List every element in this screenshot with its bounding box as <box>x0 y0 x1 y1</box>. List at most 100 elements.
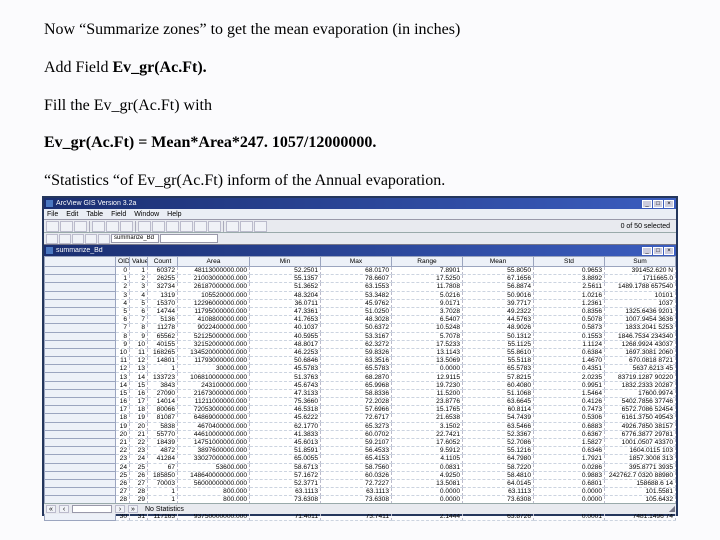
table-cell[interactable]: 60.4080 <box>463 381 534 389</box>
table-cell[interactable]: 17600.9974 <box>605 389 676 397</box>
table-cell[interactable]: 45.5783 <box>250 365 321 373</box>
column-header[interactable]: Count <box>148 257 178 267</box>
table-cell[interactable]: 49.2322 <box>463 307 534 315</box>
table-cell[interactable]: 12 <box>130 357 148 365</box>
table-cell[interactable]: 11 <box>116 357 130 365</box>
table-row[interactable]: 26277000356000000000.00052.377172.722713… <box>45 479 676 487</box>
table-cell[interactable]: 56000000000.000 <box>178 479 250 487</box>
table-cell[interactable]: 33027000000.000 <box>178 455 250 463</box>
column-header[interactable]: OID <box>116 257 130 267</box>
table-cell[interactable]: 13 <box>130 365 148 373</box>
table-cell[interactable]: 24 <box>130 455 148 463</box>
table-cell[interactable]: 40.1037 <box>250 324 321 332</box>
table-row[interactable]: 18198108764869000000.00045.622272.671721… <box>45 414 676 422</box>
table-cell[interactable]: 11 <box>130 348 148 356</box>
column-header[interactable]: Min <box>250 257 321 267</box>
table-cell[interactable]: 3.8892 <box>534 275 605 283</box>
table-cell[interactable]: 23 <box>116 455 130 463</box>
table-cell[interactable]: 57.8215 <box>463 373 534 381</box>
table-cell[interactable]: 6161.3750 49543 <box>605 414 676 422</box>
table-cell[interactable]: 1 <box>148 365 178 373</box>
column-header[interactable]: Max <box>321 257 392 267</box>
table-cell[interactable]: 54.7439 <box>463 414 534 422</box>
table-cell[interactable]: 1319 <box>148 291 178 299</box>
table-window-titlebar[interactable]: summarize_Bd _ □ × <box>44 245 676 256</box>
record-box[interactable] <box>72 505 112 513</box>
table-cell[interactable]: 15370 <box>148 299 178 307</box>
table-cell[interactable]: 4670400000.000 <box>178 422 250 430</box>
table-cell[interactable]: 1697.3081 2060 <box>605 348 676 356</box>
table-cell[interactable]: 52.3771 <box>250 479 321 487</box>
table-row[interactable]: 78112789022400000.00040.103750.637210.52… <box>45 324 676 332</box>
table-cell[interactable]: 68.2870 <box>321 373 392 381</box>
table-cell[interactable]: 63.3516 <box>321 357 392 365</box>
table-cell[interactable] <box>45 307 116 315</box>
table-cell[interactable]: 72053000000.000 <box>178 406 250 414</box>
table-cell[interactable]: 0.9653 <box>534 267 605 275</box>
table-cell[interactable]: 1832.2333 20287 <box>605 381 676 389</box>
table-row[interactable]: 192058384670400000.00062.177065.32733.15… <box>45 422 676 430</box>
table-cell[interactable]: 44610000000.000 <box>178 430 250 438</box>
tool-button[interactable] <box>59 234 71 244</box>
table-cell[interactable]: 670.0818 8721 <box>605 357 676 365</box>
table-cell[interactable] <box>45 414 116 422</box>
table-cell[interactable]: 50.6372 <box>321 324 392 332</box>
table-cell[interactable]: 26187000000.000 <box>178 283 250 291</box>
table-cell[interactable]: 63.5466 <box>463 422 534 430</box>
tool-button[interactable] <box>72 234 84 244</box>
table-cell[interactable]: 1 <box>130 267 148 275</box>
table-cell[interactable]: 2 <box>130 275 148 283</box>
table-row[interactable]: 122625521003000000.00055.135778.660717.5… <box>45 275 676 283</box>
table-cell[interactable]: 41.3833 <box>250 430 321 438</box>
table-cell[interactable]: 0.6367 <box>534 430 605 438</box>
table-cell[interactable]: 1.4670 <box>534 357 605 365</box>
menu-file[interactable]: File <box>47 211 58 218</box>
table-cell[interactable]: 0.8356 <box>534 307 605 315</box>
table-cell[interactable]: 13.5081 <box>392 479 463 487</box>
table-cell[interactable]: 65.5783 <box>321 365 392 373</box>
table-cell[interactable]: 70003 <box>148 479 178 487</box>
toolbar-button[interactable] <box>46 221 59 232</box>
table-row[interactable]: 1213130000.00045.578365.57830.000065.578… <box>45 365 676 373</box>
table-cell[interactable]: 45.9762 <box>321 299 392 307</box>
table-cell[interactable]: 21 <box>130 430 148 438</box>
table-cell[interactable]: 28 <box>130 488 148 496</box>
toolbar-button[interactable] <box>180 221 193 232</box>
table-cell[interactable]: 0.0000 <box>392 488 463 496</box>
table-cell[interactable]: 65.4153 <box>321 455 392 463</box>
tool-button[interactable] <box>98 234 110 244</box>
table-cell[interactable]: 36.0711 <box>250 299 321 307</box>
table-cell[interactable]: 1.7921 <box>534 455 605 463</box>
table-cell[interactable] <box>45 479 116 487</box>
table-cell[interactable]: 17.5233 <box>392 340 463 348</box>
table-cell[interactable] <box>45 373 116 381</box>
table-cell[interactable]: 5838 <box>148 422 178 430</box>
table-cell[interactable]: 27090 <box>148 389 178 397</box>
table-cell[interactable]: 14751000000.000 <box>178 438 250 446</box>
toolbar-button[interactable] <box>74 221 87 232</box>
table-cell[interactable]: 0.1553 <box>534 332 605 340</box>
table-cell[interactable]: 1846.7534 234340 <box>605 332 676 340</box>
table-cell[interactable] <box>45 430 116 438</box>
table-row[interactable]: 2526185850148640000000.00057.167260.0326… <box>45 471 676 479</box>
table-cell[interactable] <box>45 357 116 365</box>
table-cell[interactable]: 52.3367 <box>463 430 534 438</box>
table-cell[interactable]: 60.0326 <box>321 471 392 479</box>
table-cell[interactable]: 72.7227 <box>321 479 392 487</box>
table-cell[interactable]: 5402.7856 37746 <box>605 398 676 406</box>
table-cell[interactable]: 55.8050 <box>463 267 534 275</box>
table-cell[interactable]: 148640000000.000 <box>178 471 250 479</box>
table-cell[interactable]: 0.9951 <box>534 381 605 389</box>
table-cell[interactable]: 57.1672 <box>250 471 321 479</box>
table-cell[interactable]: 14801 <box>148 357 178 365</box>
table-cell[interactable]: 1325.6436 9201 <box>605 307 676 315</box>
table-row[interactable]: 11121480111793000000.00050.684663.351613… <box>45 357 676 365</box>
table-cell[interactable]: 72.6717 <box>321 414 392 422</box>
table-cell[interactable]: 64.0145 <box>463 479 534 487</box>
table-cell[interactable]: 20 <box>130 422 148 430</box>
table-cell[interactable]: 0.6346 <box>534 447 605 455</box>
table-cell[interactable]: 5.0216 <box>392 291 463 299</box>
table-cell[interactable]: 55770 <box>148 430 178 438</box>
table-cell[interactable]: 105520000.000 <box>178 291 250 299</box>
table-cell[interactable]: 1001.0507 43370 <box>605 438 676 446</box>
